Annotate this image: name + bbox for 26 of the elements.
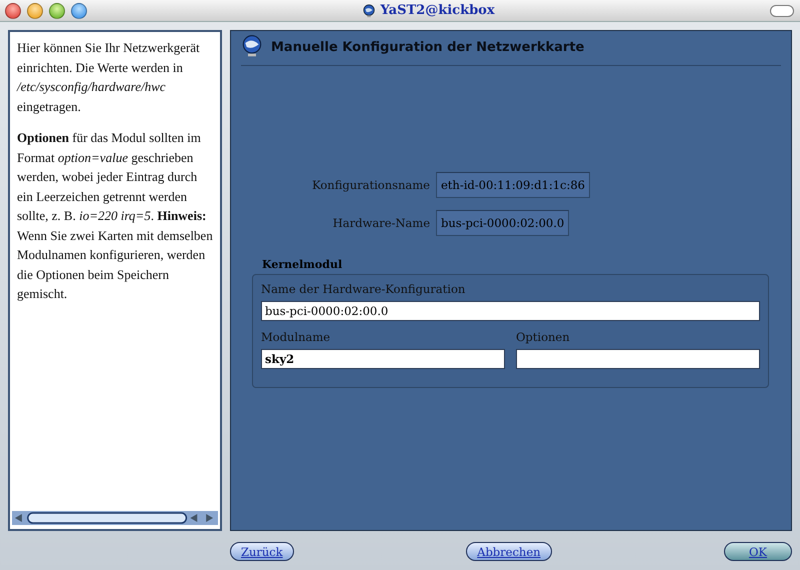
toolbar-toggle-button[interactable] bbox=[770, 4, 794, 16]
field-label: Hardware-Name bbox=[332, 216, 430, 230]
options-field[interactable] bbox=[516, 349, 760, 369]
module-name-field[interactable]: sky2 bbox=[261, 349, 505, 369]
group-title: Kernelmodul bbox=[262, 258, 344, 271]
field-label: Modulname bbox=[261, 330, 332, 344]
hardware-config-field[interactable]: bus-pci-0000:02:00.0 bbox=[261, 301, 760, 321]
dialog-title: Manuelle Konfiguration der Netzwerkkarte bbox=[271, 40, 584, 54]
maximize-button[interactable] bbox=[49, 2, 65, 18]
help-paragraph: eingetragen. bbox=[17, 98, 82, 116]
read-only-field: eth-id-00:11:09:d1:1c:86 bbox=[436, 172, 590, 198]
window-title: YaST2@kickbox bbox=[380, 3, 495, 18]
field-label: Konfigurationsname bbox=[312, 178, 430, 192]
minimize-button[interactable] bbox=[27, 2, 43, 18]
globe-icon bbox=[241, 35, 263, 59]
field-label: Optionen bbox=[516, 330, 571, 344]
dialog-button[interactable]: Zurück bbox=[230, 542, 294, 561]
globe-icon bbox=[362, 4, 376, 18]
dialog-button[interactable]: Abbrechen bbox=[466, 542, 552, 561]
window-button[interactable] bbox=[71, 2, 87, 18]
horizontal-scrollbar[interactable] bbox=[12, 511, 218, 525]
dialog-button[interactable]: OK bbox=[724, 542, 792, 561]
help-paragraph: Optionen für das Modul sollten im Format option=value geschrieben werden, wobei jeder Eintrag durch ein Leerzeichen getrennt werden sollte, z. B. io=220 irq=5. Hinweis: Wenn Sie zwei Karten mit demselben Modulnamen konfigurieren, werden die Optionen beim Speichern gemischt. bbox=[17, 129, 214, 303]
close-button[interactable] bbox=[5, 2, 21, 18]
field-label: Name der Hardware-Konfiguration bbox=[261, 282, 466, 296]
read-only-field: bus-pci-0000:02:00.0 bbox=[436, 210, 570, 236]
